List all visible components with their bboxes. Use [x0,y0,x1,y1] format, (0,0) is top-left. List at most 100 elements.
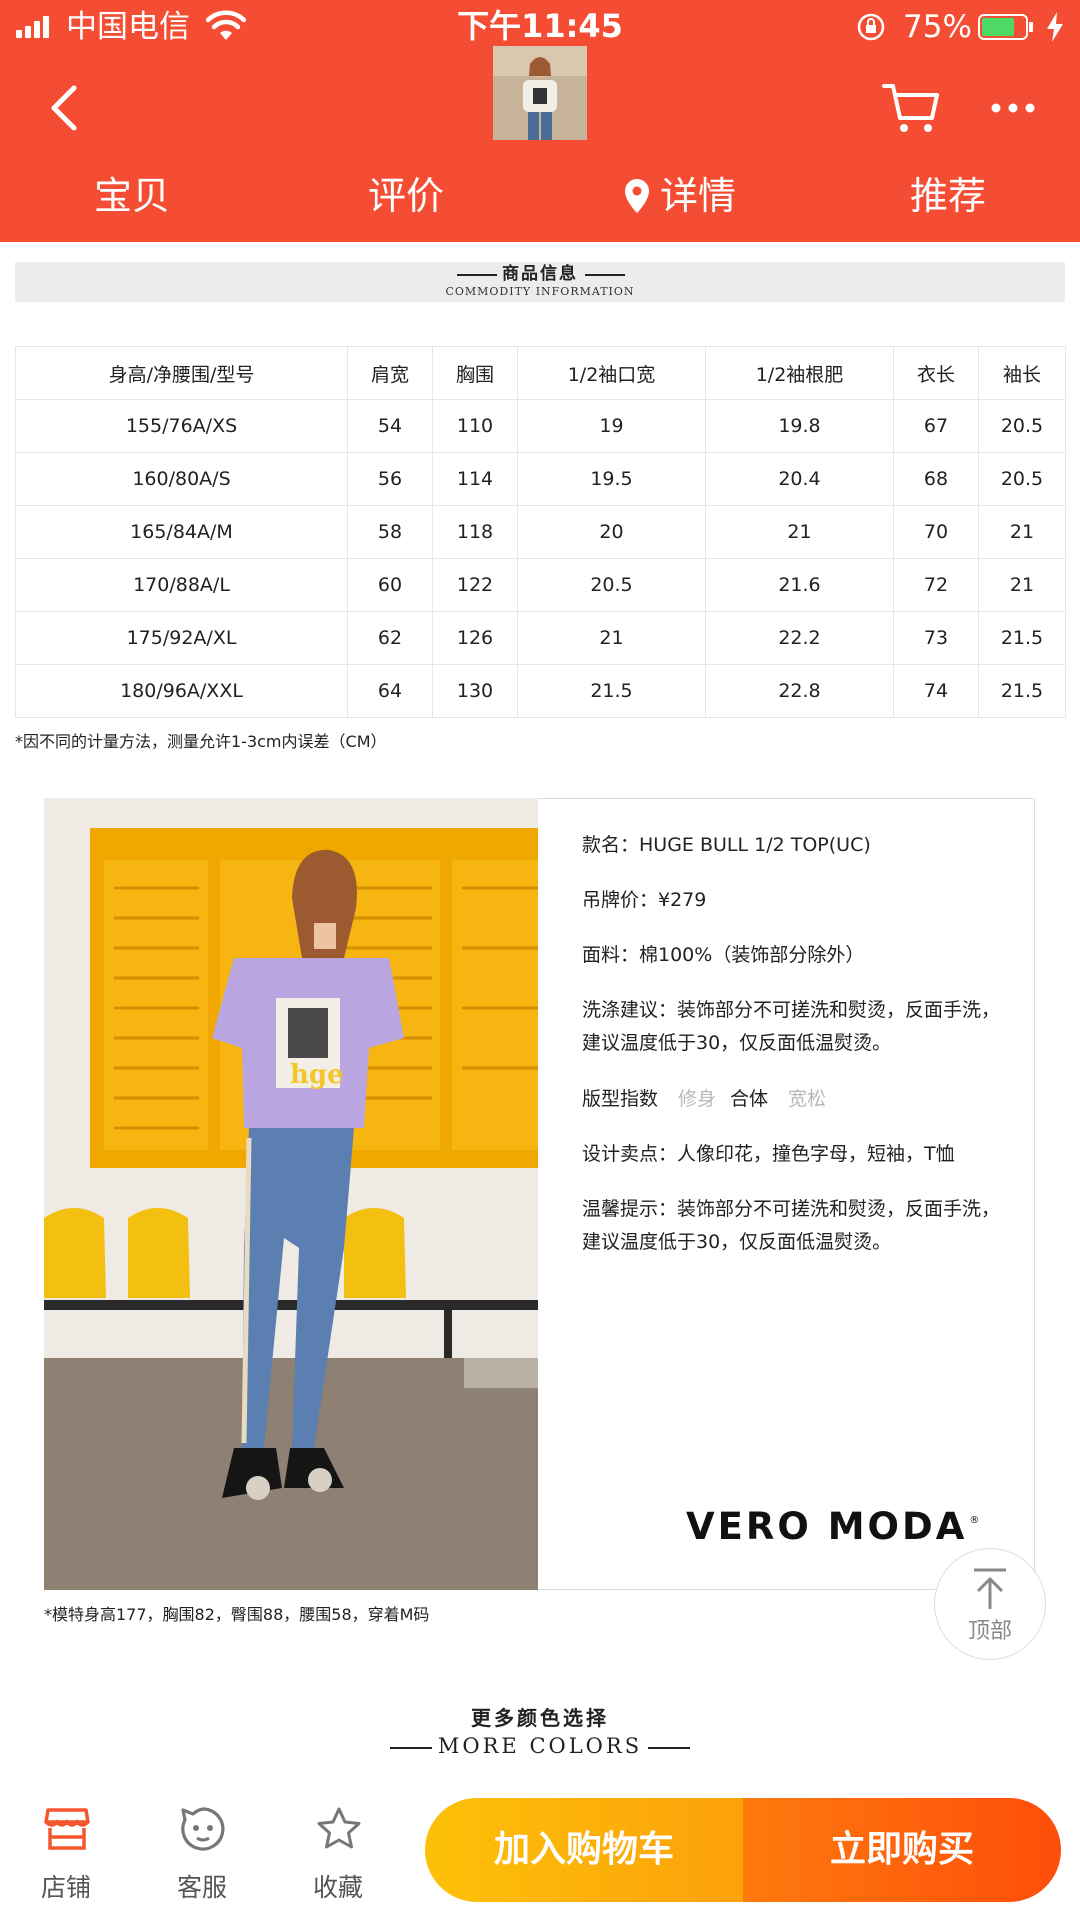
table-cell: 64 [347,664,433,718]
table-cell: 72 [893,558,979,612]
product-details: 款名：HUGE BULL 1/2 TOP(UC) 吊牌价：¥279 面料：棉10… [538,798,1035,1590]
table-cell: 130 [432,664,518,718]
more-colors-subtitle: MORE COLORS [437,1734,643,1758]
commodity-info-banner: 商品信息 COMMODITY INFORMATION [15,262,1065,302]
detail-wash: 洗涤建议：装饰部分不可搓洗和熨烫，反面手洗，建议温度低于30，仅反面低温熨烫。 [582,999,1001,1054]
table-header-cell: 胸围 [432,346,518,400]
table-cell: 67 [893,399,979,453]
favorite-label: 收藏 [312,1873,363,1902]
table-cell: 170/88A/L [15,558,348,612]
table-cell: 126 [432,611,518,665]
table-cell: 21.5 [517,664,706,718]
table-cell: 110 [432,399,518,453]
table-cell: 175/92A/XL [15,611,348,665]
table-row: 155/76A/XS 54 110 19 19.8 67 20.5 [15,399,1066,453]
arrow-up-icon [974,1568,1006,1609]
table-cell: 160/80A/S [15,452,348,506]
product-image: hge [44,798,538,1590]
rotation-lock-icon [857,13,885,41]
favorite-button[interactable]: 收藏 [278,1806,398,1906]
table-cell: 19.5 [517,452,706,506]
table-cell: 56 [347,452,433,506]
table-cell: 68 [893,452,979,506]
table-cell: 74 [893,664,979,718]
product-thumbnail [493,46,587,140]
detail-fabric: 面料：棉100%（装饰部分除外） [582,944,865,966]
tab-details[interactable]: 详情 [580,160,780,232]
table-header-cell: 1/2袖根肥 [705,346,894,400]
table-header-cell: 肩宽 [347,346,433,400]
table-cell: 20.5 [978,452,1066,506]
detail-name: 款名：HUGE BULL 1/2 TOP(UC) [582,834,871,856]
service-label: 客服 [176,1873,227,1902]
table-cell: 21 [978,558,1066,612]
table-cell: 21.5 [978,611,1066,665]
more-colors-title: 更多颜色选择 [471,1706,609,1730]
table-cell: 54 [347,399,433,453]
fit-option-slim: 修身 [678,1088,717,1110]
table-row: 175/92A/XL 62 126 21 22.2 73 21.5 [15,611,1066,665]
detail-tips: 温馨提示：装饰部分不可搓洗和熨烫，反面手洗，建议温度低于30，仅反面低温熨烫。 [582,1198,1001,1253]
table-cell: 155/76A/XS [15,399,348,453]
table-cell: 20.4 [705,452,894,506]
table-cell: 58 [347,505,433,559]
table-cell: 21 [978,505,1066,559]
table-cell: 60 [347,558,433,612]
size-table-body: 155/76A/XS 54 110 19 19.8 67 20.5 160/80A/S 56 11… [15,399,1066,718]
fit-index: 版型指数 修身 合体 宽松 [582,1083,1002,1116]
header: 中国电信 下午11:45 75% 宝贝 评价 详情 推荐 [0,0,1080,242]
divider [585,274,625,276]
table-cell: 114 [432,452,518,506]
fit-option-loose: 宽松 [788,1088,827,1110]
charging-bolt-icon [1047,12,1063,42]
table-cell: 118 [432,505,518,559]
size-table: 身高/净腰围/型号 肩宽 胸围 1/2袖口宽 1/2袖根肥 衣长 袖长 155/76A/XS… [15,346,1066,718]
store-icon [44,1808,90,1850]
table-row: 170/88A/L 60 122 20.5 21.6 72 21 [15,558,1066,612]
table-cell: 122 [432,558,518,612]
tab-details-label: 详情 [659,174,736,218]
table-cell: 62 [347,611,433,665]
store-button[interactable]: 店铺 [6,1806,126,1906]
size-table-header: 身高/净腰围/型号 肩宽 胸围 1/2袖口宽 1/2袖根肥 衣长 袖长 [15,346,1066,400]
fit-option-regular: 合体 [730,1088,769,1110]
tab-reviews[interactable]: 评价 [326,160,486,232]
back-to-top-button[interactable]: 顶部 [934,1548,1046,1660]
table-cell: 73 [893,611,979,665]
divider [648,1747,690,1749]
table-row: 165/84A/M 58 118 20 21 70 21 [15,505,1066,559]
detail-tabs: 宝贝 评价 详情 推荐 [0,160,1080,232]
more-icon[interactable] [990,96,1036,120]
store-label: 店铺 [40,1873,91,1902]
add-to-cart-button[interactable]: 加入购物车 [425,1798,743,1902]
table-header-cell: 衣长 [893,346,979,400]
table-row: 160/80A/S 56 114 19.5 20.4 68 20.5 [15,452,1066,506]
back-icon[interactable] [42,78,86,138]
detail-price: 吊牌价：¥279 [582,889,707,911]
table-cell: 70 [893,505,979,559]
tab-recommend[interactable]: 推荐 [868,160,1028,232]
service-button[interactable]: 客服 [142,1806,262,1906]
table-row: 180/96A/XXL 64 130 21.5 22.8 74 21.5 [15,664,1066,718]
table-cell: 180/96A/XXL [15,664,348,718]
table-cell: 21 [705,505,894,559]
registered-mark: ® [969,1515,980,1526]
battery-percent: 75% [903,9,972,45]
buy-now-button[interactable]: 立即购买 [743,1798,1061,1902]
table-cell: 20.5 [517,558,706,612]
info-subtitle: COMMODITY INFORMATION [445,285,635,298]
table-cell: 20 [517,505,706,559]
table-cell: 21.6 [705,558,894,612]
svg-text:hge: hge [290,1060,344,1090]
location-pin-icon [624,179,649,213]
table-cell: 21 [517,611,706,665]
tab-baobei[interactable]: 宝贝 [52,160,212,232]
table-cell: 21.5 [978,664,1066,718]
model-note: *模特身高177，胸围82，臀围88，腰围58，穿着M码 [44,1605,430,1624]
table-header-cell: 袖长 [978,346,1066,400]
brand-name: VERO MODA [686,1505,968,1548]
info-title: 商品信息 [502,264,578,284]
brand-logo: VERO MODA ® [686,1505,979,1548]
table-cell: 22.8 [705,664,894,718]
cart-icon[interactable] [882,82,940,136]
